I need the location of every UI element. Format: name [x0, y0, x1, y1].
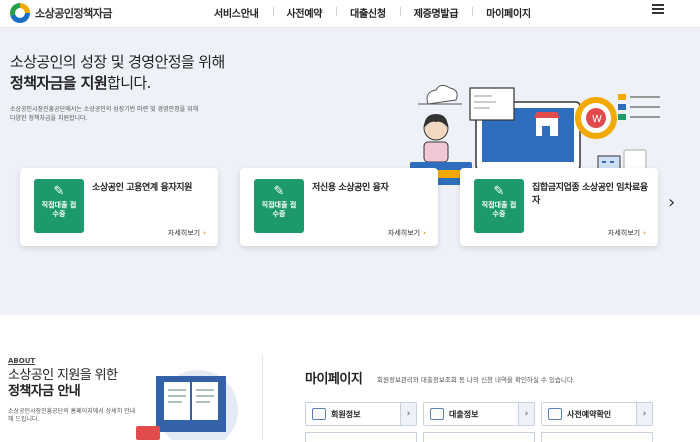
chevron-right-icon: › — [400, 403, 416, 425]
pencil-icon: ✎ — [273, 184, 285, 199]
reservation-check-button[interactable]: 사전예약확인 › — [541, 402, 653, 426]
mypage-button-row2-left[interactable] — [305, 432, 417, 442]
section-divider — [262, 355, 263, 440]
about-description: 소상공인시장진흥공단의 홈페이지에서 상세히 안내해 드립니다. — [8, 408, 136, 423]
hero-title-line1: 소상공인의 성장 및 경영안정을 위해 — [10, 53, 225, 71]
about-illustration — [136, 370, 238, 440]
logo-mark-icon — [10, 3, 30, 23]
card-more-link[interactable]: 자세히보기 › — [388, 228, 426, 238]
site-header: 소상공인정책자금 서비스안내 사전예약 대출신청 제증명발급 마이페이지 — [0, 0, 700, 28]
about-title: 소상공인 지원을 위한 정책자금 안내 — [8, 368, 118, 400]
card-title: 집합금지업종 소상공인 임차료융자 — [532, 183, 648, 206]
logo-text: 소상공인정책자금 — [35, 7, 112, 20]
chevron-right-icon: › — [423, 229, 426, 237]
chevron-right-icon: › — [643, 229, 646, 237]
loan-card-rent[interactable]: ✎ 직접대출 접수중 집합금지업종 소상공인 임차료융자 자세히보기 › — [460, 168, 658, 246]
card-more-link[interactable]: 자세히보기 › — [168, 228, 206, 238]
card-badge: ✎ 직접대출 접수중 — [254, 179, 304, 233]
mypage-button-row2-right[interactable] — [541, 432, 653, 442]
calendar-icon — [548, 408, 562, 420]
about-title-line1: 소상공인 지원을 위한 — [8, 368, 118, 383]
nav-item-reservation[interactable]: 사전예약 — [272, 5, 337, 20]
mypage-description: 회원정보관리와 대출정보조회 등 나의 신청 내역을 확인하실 수 있습니다. — [377, 376, 575, 384]
card-badge: ✎ 직접대출 접수중 — [474, 179, 524, 233]
card-title: 소상공인 고용연계 융자지원 — [92, 183, 193, 193]
hamburger-menu-icon[interactable] — [652, 4, 664, 14]
nav-item-service[interactable]: 서비스안내 — [200, 5, 273, 20]
chevron-right-icon: › — [518, 403, 534, 425]
loan-card-employment[interactable]: ✎ 직접대출 접수중 소상공인 고용연계 융자지원 자세히보기 › — [20, 168, 218, 246]
member-info-button[interactable]: 회원정보 › — [305, 402, 417, 426]
member-card-icon — [312, 408, 326, 420]
loan-info-button[interactable]: 대출정보 › — [423, 402, 535, 426]
reservation-check-label: 사전예약확인 — [567, 409, 612, 419]
mypage-button-row2-middle[interactable] — [423, 432, 535, 442]
card-more-link[interactable]: 자세히보기 › — [608, 228, 646, 238]
hero-description: 소상공인시장진흥공단에서는 소상공인의 성장기반 마련 및 경영안정을 위해 다… — [10, 106, 199, 122]
document-icon — [430, 408, 444, 420]
hero-title-rest: 합니다. — [107, 74, 151, 92]
about-title-strong: 정책자금 안내 — [8, 384, 81, 399]
loan-card-low-credit[interactable]: ✎ 직접대출 접수중 저신용 소상공인 융자 자세히보기 › — [240, 168, 438, 246]
svg-text:W: W — [592, 114, 602, 125]
hero-title: 소상공인의 성장 및 경영안정을 위해 정책자금을 지원합니다. — [10, 52, 225, 94]
chevron-right-icon: › — [636, 403, 652, 425]
loan-info-label: 대출정보 — [449, 409, 479, 419]
carousel-next-icon[interactable]: › — [668, 192, 675, 213]
card-badge-text: 직접대출 접수중 — [481, 201, 517, 218]
pencil-icon: ✎ — [493, 184, 505, 199]
chevron-right-icon: › — [203, 229, 206, 237]
pencil-icon: ✎ — [53, 184, 65, 199]
nav-item-mypage[interactable]: 마이페이지 — [472, 5, 545, 20]
card-title: 저신용 소상공인 융자 — [312, 183, 389, 193]
nav-item-loan-apply[interactable]: 대출신청 — [336, 5, 400, 20]
site-logo[interactable]: 소상공인정책자금 — [10, 3, 112, 23]
main-nav: 서비스안내 사전예약 대출신청 제증명발급 마이페이지 — [200, 0, 545, 24]
card-badge-text: 직접대출 접수중 — [261, 201, 297, 218]
nav-item-certificate[interactable]: 제증명발급 — [399, 5, 473, 20]
mypage-title: 마이페이지 — [305, 372, 363, 387]
card-badge: ✎ 직접대출 접수중 — [34, 179, 84, 233]
hero-title-strong: 정책자금을 지원 — [10, 74, 108, 92]
card-badge-text: 직접대출 접수중 — [41, 201, 77, 218]
member-info-label: 회원정보 — [331, 409, 361, 419]
about-kicker: ABOUT — [8, 357, 36, 365]
